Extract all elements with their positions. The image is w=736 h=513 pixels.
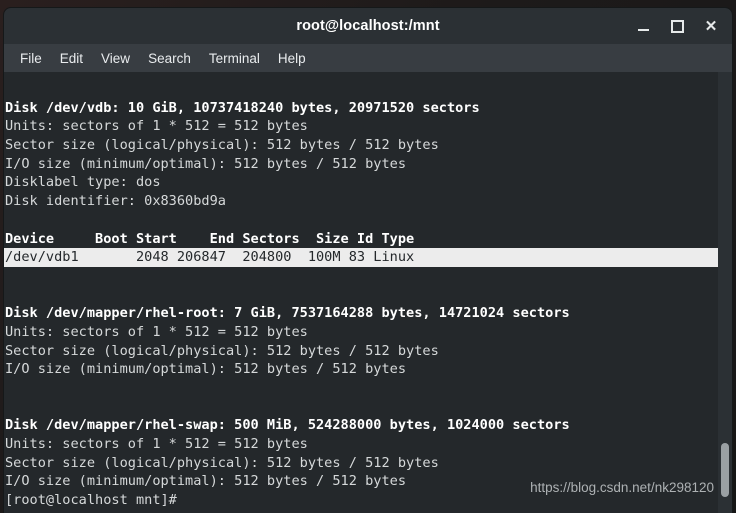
terminal-line: Disk /dev/mapper/rhel-swap: 500 MiB, 524… — [5, 417, 570, 434]
window-controls: ✕ — [628, 8, 726, 44]
close-button[interactable]: ✕ — [696, 12, 726, 40]
terminal-line: I/O size (minimum/optimal): 512 bytes / … — [5, 361, 407, 378]
minimize-button[interactable] — [628, 12, 658, 40]
terminal-line: Sector size (logical/physical): 512 byte… — [5, 137, 439, 154]
scrollbar-thumb[interactable] — [721, 443, 729, 497]
terminal-line-highlighted: /dev/vdb1 2048 206847 204800 100M 83 Lin… — [4, 248, 718, 267]
menu-item-view[interactable]: View — [92, 48, 139, 69]
terminal-line: Disklabel type: dos — [5, 174, 161, 191]
close-icon: ✕ — [704, 17, 718, 35]
maximize-button[interactable] — [662, 12, 692, 40]
terminal-line: Units: sectors of 1 * 512 = 512 bytes — [5, 436, 308, 453]
terminal-area[interactable]: Disk /dev/vdb: 10 GiB, 10737418240 bytes… — [4, 72, 732, 513]
menu-item-terminal[interactable]: Terminal — [200, 48, 269, 69]
terminal-line: Sector size (logical/physical): 512 byte… — [5, 342, 439, 359]
menu-item-help[interactable]: Help — [269, 48, 315, 69]
terminal-window: root@localhost:/mnt ✕ File Edit View Search… — [4, 8, 732, 513]
terminal-output[interactable]: Disk /dev/vdb: 10 GiB, 10737418240 bytes… — [4, 72, 718, 513]
terminal-line: [root@localhost mnt]# — [5, 492, 177, 509]
menu-item-file[interactable]: File — [11, 48, 51, 69]
window-titlebar[interactable]: root@localhost:/mnt ✕ — [4, 8, 732, 44]
terminal-scrollbar[interactable] — [718, 72, 732, 513]
terminal-line: Disk /dev/mapper/rhel-root: 7 GiB, 75371… — [5, 305, 570, 322]
terminal-line: I/O size (minimum/optimal): 512 bytes / … — [5, 155, 407, 172]
terminal-line: I/O size (minimum/optimal): 512 bytes / … — [5, 473, 407, 490]
menu-item-search[interactable]: Search — [139, 48, 200, 69]
menu-item-edit[interactable]: Edit — [51, 48, 92, 69]
minimize-icon — [637, 28, 649, 31]
window-title: root@localhost:/mnt — [296, 18, 440, 34]
terminal-line: Units: sectors of 1 * 512 = 512 bytes — [5, 118, 308, 135]
menu-bar: File Edit View Search Terminal Help — [4, 44, 732, 72]
terminal-line: Units: sectors of 1 * 512 = 512 bytes — [5, 323, 308, 340]
maximize-icon — [670, 19, 684, 33]
terminal-line: Device Boot Start End Sectors Size Id Ty… — [5, 230, 415, 247]
terminal-line: Sector size (logical/physical): 512 byte… — [5, 454, 439, 471]
terminal-line: Disk identifier: 0x8360bd9a — [5, 193, 226, 210]
terminal-line: Disk /dev/vdb: 10 GiB, 10737418240 bytes… — [5, 99, 480, 116]
